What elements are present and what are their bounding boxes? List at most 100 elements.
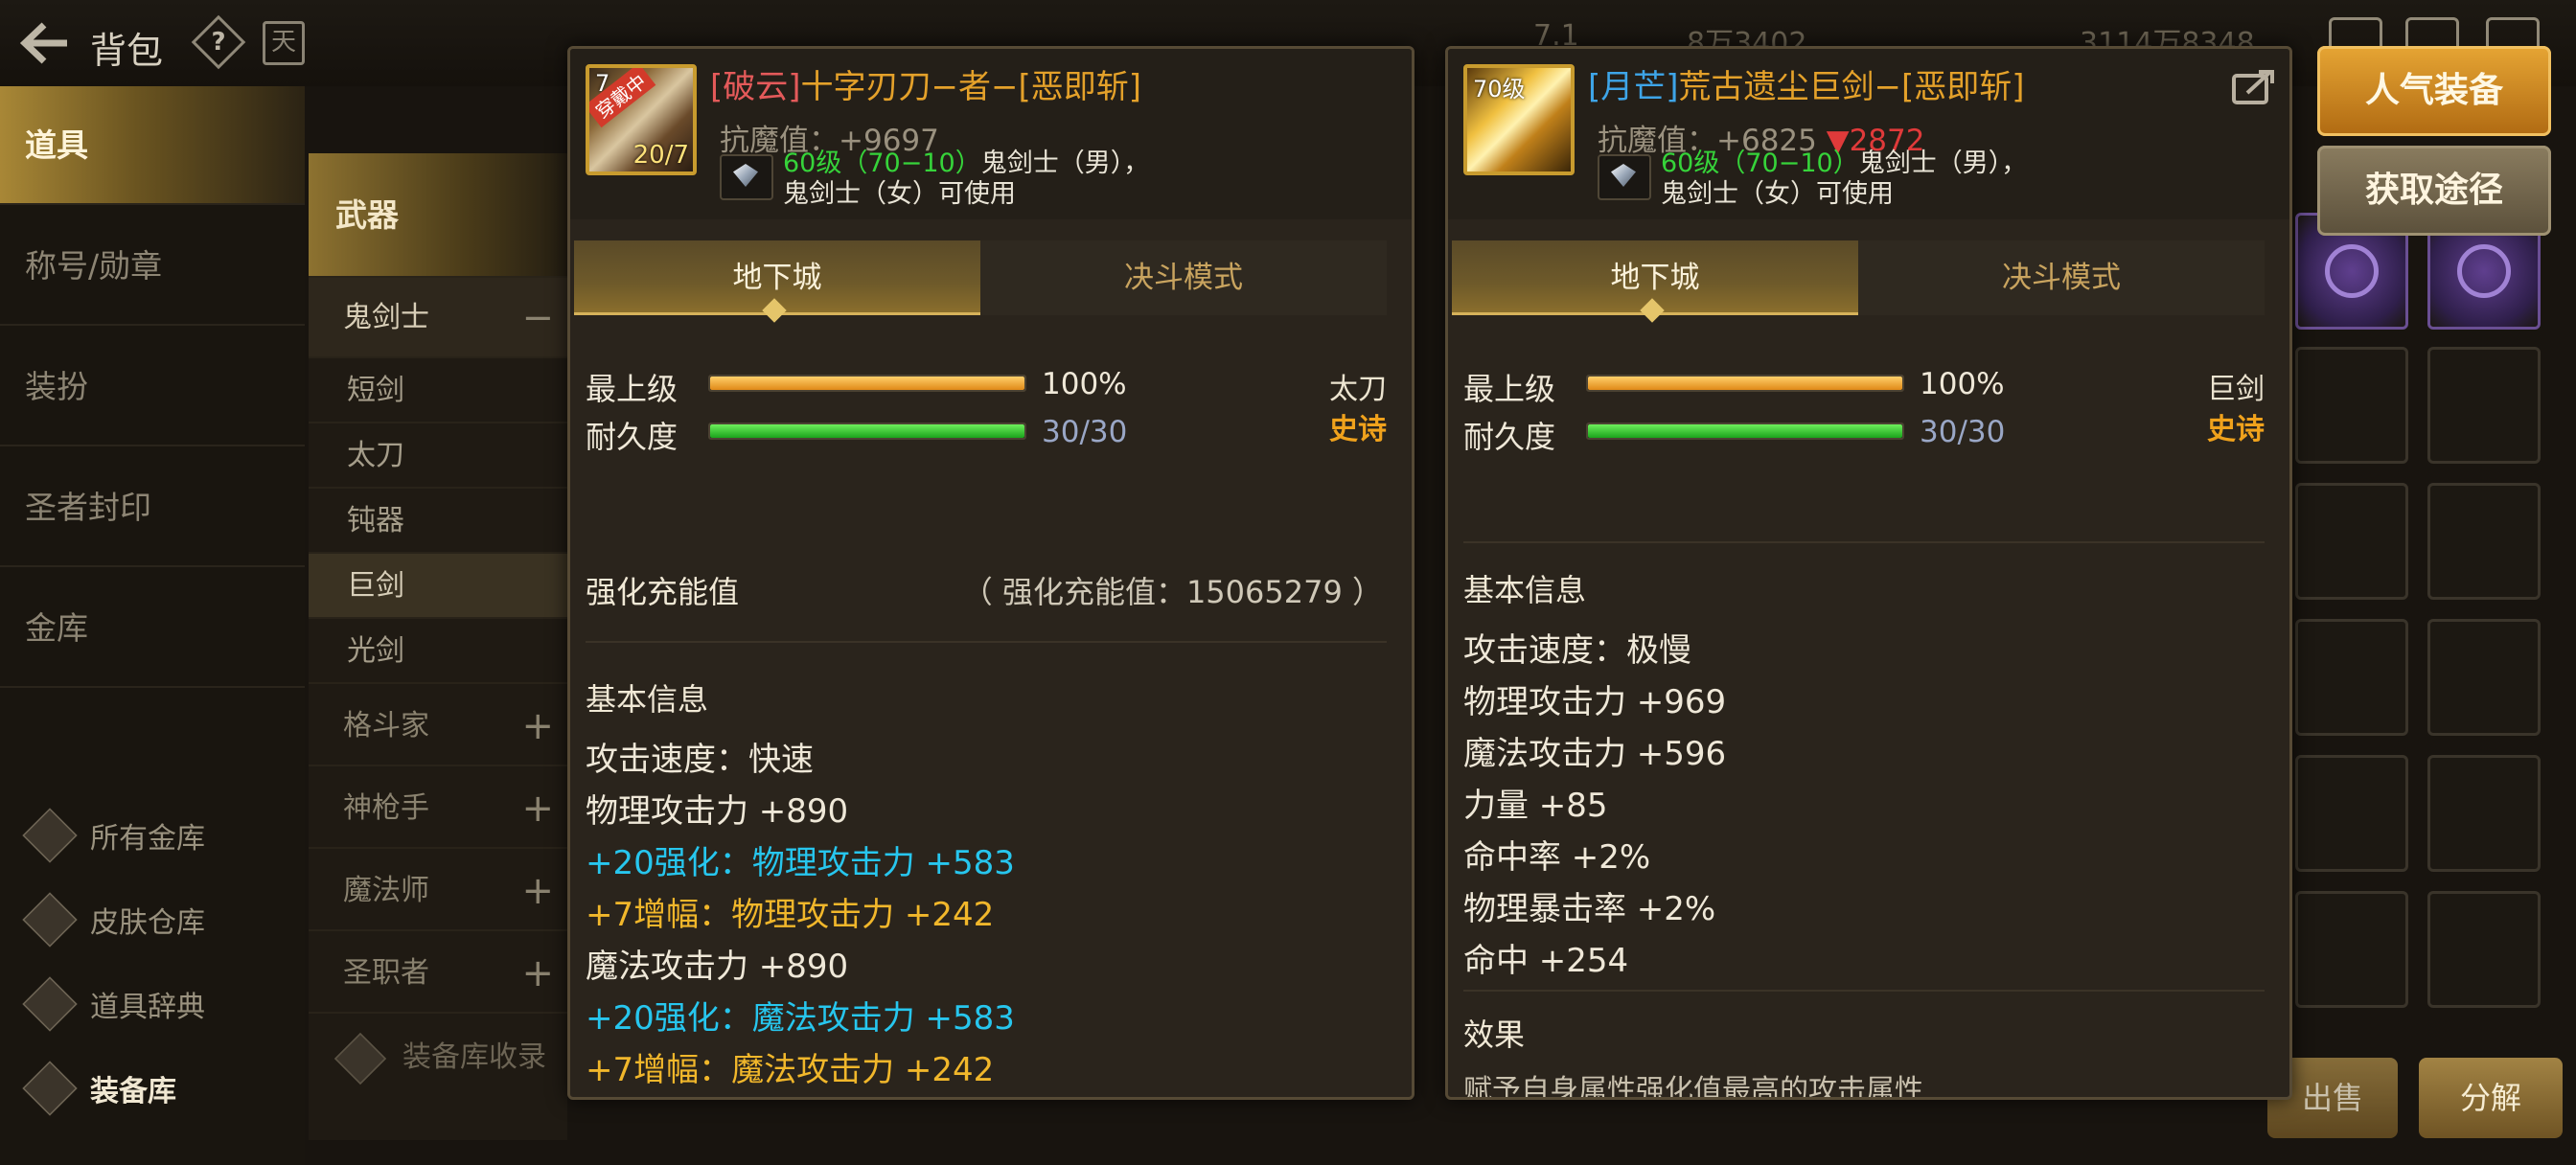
nav-equipment-library[interactable]: 装备库 [22,1061,176,1121]
inventory-slot[interactable] [2427,755,2541,872]
class-item-gunner-label: 神枪手 [343,791,429,825]
acquisition-source-button[interactable]: 获取途径 [2317,146,2551,236]
nav-item-costume[interactable]: 装扮 [0,328,305,446]
stat-hit: 命中 +254 [1463,942,1629,980]
stat-magic-attack: 魔法攻击力 +890 [586,948,849,986]
class-item-mage[interactable]: 魔法师 + [309,851,567,931]
charge-title: 强化充能值 [586,574,740,610]
skin-warehouse-icon [22,892,78,948]
stat-amplify-physical: +7增幅：物理攻击力 +242 [586,896,995,934]
calendar-icon[interactable]: 天 [263,21,305,65]
grade-label: 最上级 [586,371,678,407]
weapon-sub-shortsword[interactable]: 短剑 [309,358,567,423]
item-name: [月芒]荒古遗尘巨剑−[恶即斩] [1588,60,2025,107]
weapon-sub-greatsword[interactable]: 巨剑 [309,554,567,619]
nav-all-vaults[interactable]: 所有金库 [22,808,205,868]
durability-bar [1586,423,1904,440]
inventory-slot[interactable] [2427,347,2541,464]
popular-equipment-button[interactable]: 人气装备 [2317,46,2551,136]
page-title: 背包 [90,30,164,72]
weapon-sub-lightsword[interactable]: 光剑 [309,619,567,684]
stat-reinforce-magic: +20强化：魔法攻击力 +583 [586,999,1015,1038]
inventory-slot[interactable] [2295,483,2408,600]
nav-item-titles[interactable]: 称号/勋章 [0,207,305,326]
inventory-slot[interactable] [2427,619,2541,736]
expand-icon[interactable]: + [521,768,554,849]
required-level: 60级（70−10） [1661,148,1859,178]
usage-requirement: 60级（70−10）鬼剑士（男）， 鬼剑士（女）可使用 [783,148,1149,210]
required-class-2: 鬼剑士（女）可使用 [1661,179,1894,209]
left-nav: 道具 称号/勋章 装扮 圣者封印 金库 所有金库 皮肤仓库 道具辞典 装备库 [0,86,305,1165]
grade-bar [1586,375,1904,392]
item-level-badge: 70级 [1473,76,1526,103]
class-item-mage-label: 魔法师 [343,874,429,907]
class-item-slayer-label: 鬼剑士 [343,301,429,334]
weapon-type: 太刀 [1329,373,1387,406]
weapon-sub-katana[interactable]: 太刀 [309,423,567,489]
rarity-label: 史诗 [1329,413,1387,446]
item-icon: 7 穿戴中 20/7 [586,64,697,175]
share-icon[interactable] [2232,68,2276,106]
collection-button[interactable]: 装备库收录 [334,1032,546,1085]
class-item-slayer[interactable]: 鬼剑士 − [309,278,567,358]
stat-hit-rate: 命中率 +2% [1463,838,1651,877]
divider [586,641,1387,643]
class-item-priest[interactable]: 圣职者 + [309,933,567,1014]
durability-bar-fill [1588,424,1902,438]
decompose-button[interactable]: 分解 [2419,1058,2563,1138]
expand-icon[interactable]: + [521,851,554,931]
tooltip-header: 7 穿戴中 20/7 [破云]十字刃刀−者−[恶即斩] 抗魔值：+9697 60… [570,49,1412,219]
stat-reinforce-physical: +20强化：物理攻击力 +583 [586,844,1015,882]
class-nav: 武器 鬼剑士 − 短剑 太刀 钝器 巨剑 光剑 格斗家 + 神枪手 + 魔法师 … [309,153,567,1140]
durability-value: 30/30 [1042,415,1128,449]
stat-attack-speed: 攻击速度：极慢 [1463,631,1691,670]
item-dictionary-icon [22,976,78,1032]
divider [1463,541,2265,543]
basic-info-title: 基本信息 [1463,572,1587,608]
grade-label: 最上级 [1463,371,1556,407]
item-name: [破云]十字刃刀−者−[恶即斩] [710,60,1141,107]
grade-bar-fill [1588,377,1902,390]
grade-bar-fill [710,377,1024,390]
inventory-slot[interactable] [2295,891,2408,1008]
item-name-text: 荒古遗尘巨剑−[恶即斩] [1678,68,2025,106]
nav-item-dictionary[interactable]: 道具辞典 [22,976,205,1037]
nav-item-saint-seal[interactable]: 圣者封印 [0,448,305,567]
inventory-slot[interactable] [2295,619,2408,736]
grade-bar [708,375,1026,392]
nav-item-items[interactable]: 道具 [0,86,305,205]
required-class-1: 鬼剑士（男）， [980,148,1150,178]
item-name-tag: [破云] [710,68,801,106]
weapon-type: 巨剑 [2207,373,2265,406]
stat-physical-attack: 物理攻击力 +969 [1463,683,1727,721]
class-item-fighter[interactable]: 格斗家 + [309,686,567,766]
inventory-slot[interactable] [2295,755,2408,872]
nav-skin-warehouse[interactable]: 皮肤仓库 [22,892,205,952]
class-item-gunner[interactable]: 神枪手 + [309,768,567,849]
nav-item-dictionary-label: 道具辞典 [90,991,205,1024]
item-icon: 70级 [1463,64,1575,175]
expand-icon[interactable]: + [521,686,554,766]
help-icon[interactable]: ? [191,14,246,70]
inventory-slot[interactable] [2427,891,2541,1008]
item-tooltip-equipped: 7 穿戴中 20/7 [破云]十字刃刀−者−[恶即斩] 抗魔值：+9697 60… [567,46,1414,1100]
tab-pvp[interactable]: 决斗模式 [980,240,1387,315]
tab-pvp[interactable]: 决斗模式 [1858,240,2265,315]
class-item-priest-label: 圣职者 [343,956,429,990]
durability-label: 耐久度 [1463,419,1556,455]
durability-value: 30/30 [1920,415,2006,449]
nav-skin-warehouse-label: 皮肤仓库 [90,906,205,940]
inventory-slot[interactable] [2427,483,2541,600]
grade-value: 100% [1042,367,1127,401]
inventory-slot[interactable] [2295,347,2408,464]
back-arrow-icon[interactable] [19,21,71,65]
durability-bar [708,423,1026,440]
weapon-sub-club[interactable]: 钝器 [309,489,567,554]
nav-item-vault[interactable]: 金库 [0,569,305,688]
nav-equipment-library-label: 装备库 [90,1075,176,1108]
expand-icon[interactable]: + [521,933,554,1014]
collapse-icon[interactable]: − [521,278,554,358]
effect-text: 赋予自身属性强化值最高的攻击属性 [1463,1074,1923,1100]
weapon-category-header[interactable]: 武器 [309,153,567,278]
durability-bar-fill [710,424,1024,438]
